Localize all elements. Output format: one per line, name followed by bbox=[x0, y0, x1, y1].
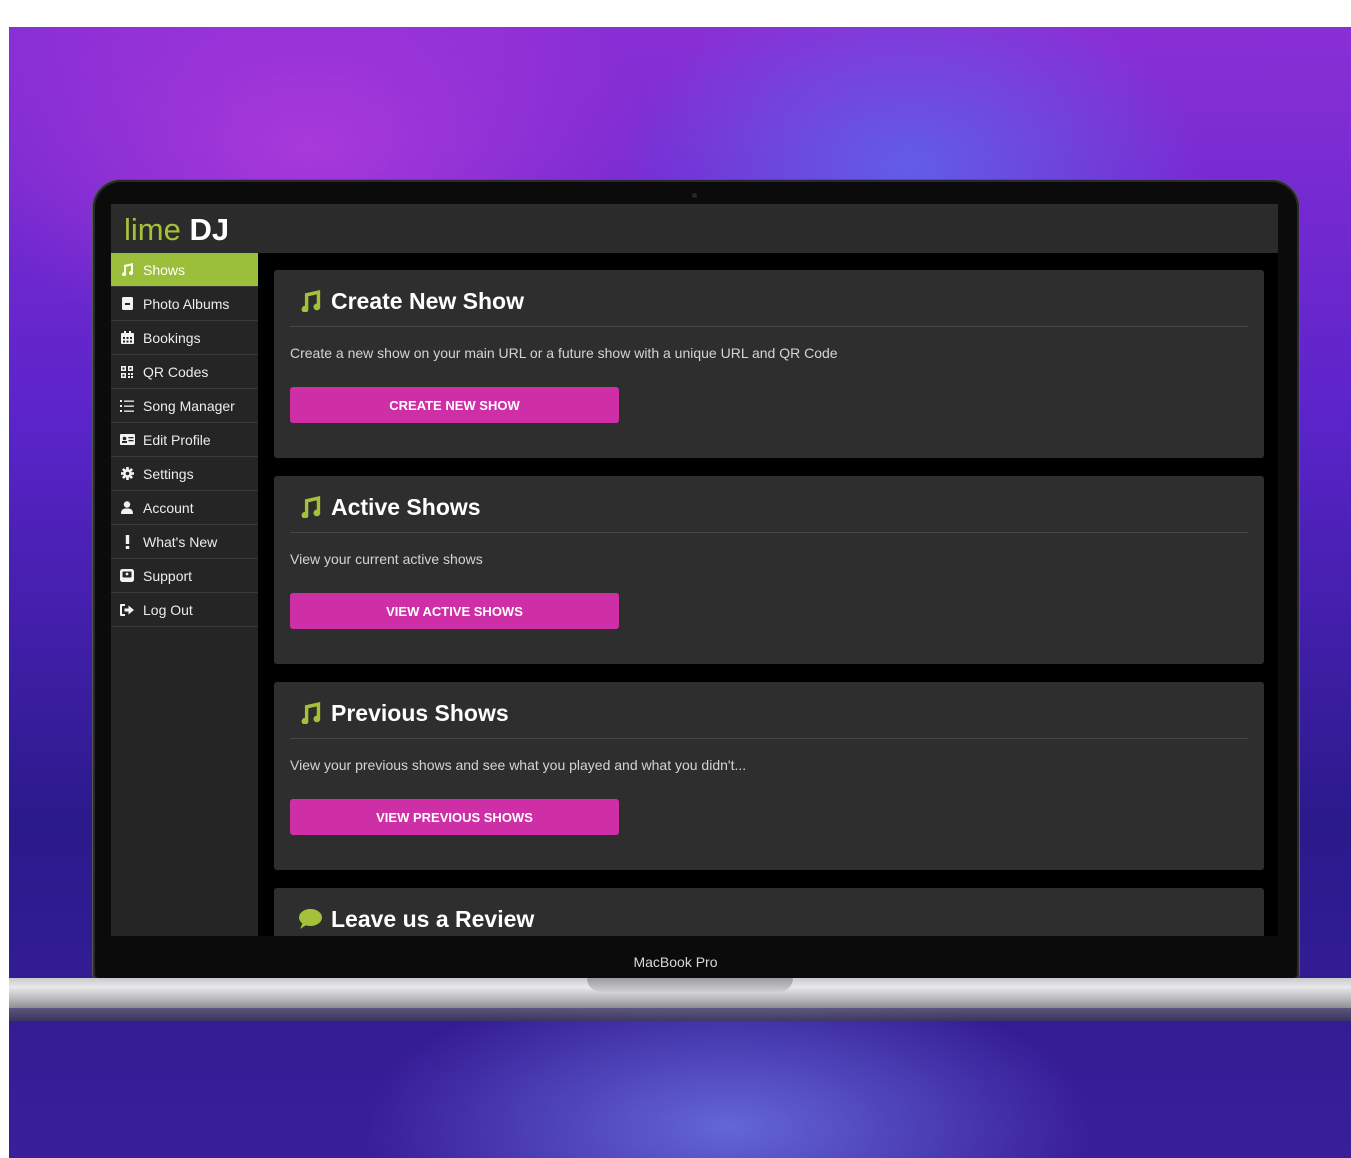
music-note-icon bbox=[298, 290, 322, 312]
sidebar-item-label: QR Codes bbox=[143, 363, 209, 380]
support-icon bbox=[119, 569, 135, 582]
card-title: Active Shows bbox=[298, 490, 481, 524]
card-description: View your previous shows and see what yo… bbox=[290, 757, 747, 773]
logo-dj-text: DJ bbox=[189, 212, 230, 247]
webcam bbox=[692, 193, 697, 198]
card-title-text: Previous Shows bbox=[331, 699, 509, 726]
photo-album-icon bbox=[119, 297, 135, 310]
app-screen: lime DJ Shows Photo Albums Bookings QR C… bbox=[111, 204, 1278, 936]
user-icon bbox=[119, 501, 135, 514]
exclamation-icon bbox=[119, 534, 135, 549]
qr-code-icon bbox=[119, 365, 135, 378]
card-divider bbox=[290, 326, 1248, 327]
sidebar-item-shows[interactable]: Shows bbox=[111, 253, 258, 287]
sidebar-item-qr-codes[interactable]: QR Codes bbox=[111, 355, 258, 389]
main-content: Create New Show Create a new show on you… bbox=[258, 253, 1278, 936]
card-divider bbox=[290, 738, 1248, 739]
calendar-icon bbox=[119, 331, 135, 344]
sidebar-item-label: Log Out bbox=[143, 601, 193, 618]
sidebar-item-support[interactable]: Support bbox=[111, 559, 258, 593]
card-title-text: Create New Show bbox=[331, 287, 524, 314]
sidebar-item-song-manager[interactable]: Song Manager bbox=[111, 389, 258, 423]
sidebar-item-label: Shows bbox=[143, 261, 186, 278]
app-logo[interactable]: lime DJ bbox=[124, 212, 229, 248]
card-title-text: Active Shows bbox=[331, 493, 481, 520]
sidebar: Shows Photo Albums Bookings QR Codes Son… bbox=[111, 253, 258, 936]
sidebar-item-settings[interactable]: Settings bbox=[111, 457, 258, 491]
laptop-notch bbox=[587, 978, 793, 992]
previous-shows-card: Previous Shows View your previous shows … bbox=[274, 682, 1264, 870]
card-description: View your current active shows bbox=[290, 551, 483, 567]
create-new-show-card: Create New Show Create a new show on you… bbox=[274, 270, 1264, 458]
logout-icon bbox=[119, 603, 135, 616]
card-title-text: Leave us a Review bbox=[331, 905, 535, 932]
active-shows-card: Active Shows View your current active sh… bbox=[274, 476, 1264, 664]
sidebar-item-log-out[interactable]: Log Out bbox=[111, 593, 258, 627]
music-note-icon bbox=[119, 263, 135, 276]
device-label: MacBook Pro bbox=[633, 954, 718, 970]
sidebar-item-label: What's New bbox=[143, 533, 218, 550]
leave-review-card: Leave us a Review bbox=[274, 888, 1264, 936]
sidebar-item-bookings[interactable]: Bookings bbox=[111, 321, 258, 355]
list-icon bbox=[119, 399, 135, 412]
card-title: Create New Show bbox=[298, 284, 524, 318]
card-title: Leave us a Review bbox=[298, 902, 534, 936]
logo-lime-text: lime bbox=[124, 212, 181, 247]
sidebar-item-label: Edit Profile bbox=[143, 431, 211, 448]
sidebar-item-label: Support bbox=[143, 567, 193, 584]
sidebar-item-label: Account bbox=[143, 499, 194, 516]
sidebar-item-whats-new[interactable]: What's New bbox=[111, 525, 258, 559]
chat-bubble-icon bbox=[298, 909, 322, 929]
view-previous-shows-button[interactable]: VIEW PREVIOUS SHOWS bbox=[290, 799, 619, 835]
top-bar: lime DJ bbox=[111, 204, 1278, 253]
sidebar-item-label: Bookings bbox=[143, 329, 201, 346]
laptop-base-shadow bbox=[9, 1008, 1351, 1021]
card-description: Create a new show on your main URL or a … bbox=[290, 345, 838, 361]
sidebar-item-label: Photo Albums bbox=[143, 295, 230, 312]
id-card-icon bbox=[119, 434, 135, 445]
music-note-icon bbox=[298, 702, 322, 724]
sidebar-item-label: Song Manager bbox=[143, 397, 235, 414]
sidebar-item-edit-profile[interactable]: Edit Profile bbox=[111, 423, 258, 457]
card-divider bbox=[290, 532, 1248, 533]
sidebar-item-account[interactable]: Account bbox=[111, 491, 258, 525]
card-title: Previous Shows bbox=[298, 696, 509, 730]
sidebar-item-label: Settings bbox=[143, 465, 194, 482]
view-active-shows-button[interactable]: VIEW ACTIVE SHOWS bbox=[290, 593, 619, 629]
music-note-icon bbox=[298, 496, 322, 518]
sidebar-item-photo-albums[interactable]: Photo Albums bbox=[111, 287, 258, 321]
create-new-show-button[interactable]: CREATE NEW SHOW bbox=[290, 387, 619, 423]
gear-icon bbox=[119, 467, 135, 480]
